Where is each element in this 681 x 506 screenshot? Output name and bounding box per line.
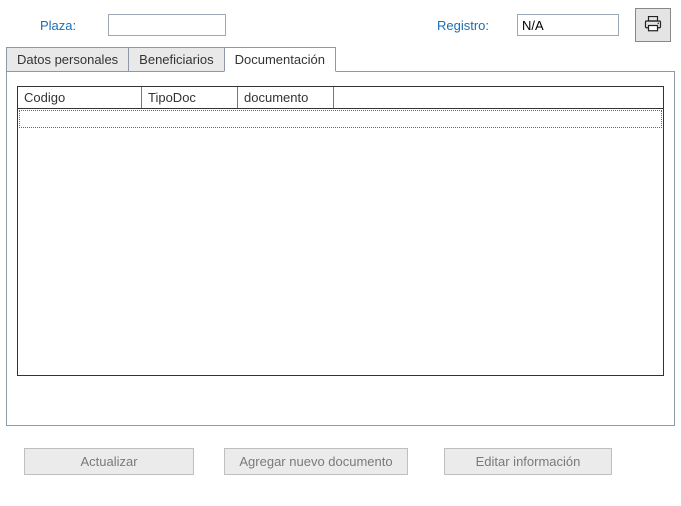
column-header-codigo[interactable]: Codigo — [18, 87, 142, 108]
actualizar-button[interactable]: Actualizar — [24, 448, 194, 475]
column-header-empty — [334, 87, 663, 108]
documents-grid[interactable]: Codigo TipoDoc documento — [17, 86, 664, 376]
print-button[interactable] — [635, 8, 671, 42]
tab-strip: Datos personales Beneficiarios Documenta… — [0, 46, 681, 71]
plaza-label: Plaza: — [40, 18, 80, 33]
registro-input[interactable] — [517, 14, 619, 36]
tab-datos-personales[interactable]: Datos personales — [6, 47, 129, 72]
tab-panel-documentacion: Codigo TipoDoc documento — [6, 71, 675, 426]
tab-beneficiarios[interactable]: Beneficiarios — [128, 47, 224, 72]
agregar-documento-button[interactable]: Agregar nuevo documento — [224, 448, 408, 475]
printer-icon — [644, 16, 662, 35]
registro-label: Registro: — [437, 18, 489, 33]
column-header-documento[interactable]: documento — [238, 87, 334, 108]
grid-header: Codigo TipoDoc documento — [18, 87, 663, 109]
header-row: Plaza: Registro: — [0, 0, 681, 48]
editar-informacion-button[interactable]: Editar información — [444, 448, 612, 475]
grid-body[interactable] — [18, 109, 663, 375]
plaza-input[interactable] — [108, 14, 226, 36]
grid-selected-row[interactable] — [19, 110, 662, 128]
action-button-row: Actualizar Agregar nuevo documento Edita… — [0, 426, 681, 475]
column-header-tipodoc[interactable]: TipoDoc — [142, 87, 238, 108]
tab-documentacion[interactable]: Documentación — [224, 47, 336, 72]
